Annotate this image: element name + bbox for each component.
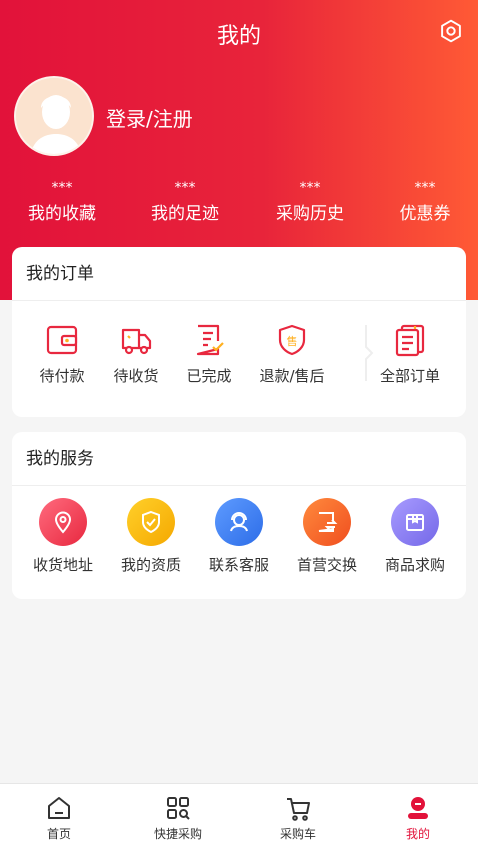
shield-check-icon <box>127 498 175 546</box>
cart-icon <box>287 798 310 821</box>
tab-home[interactable]: 首页 <box>9 794 109 842</box>
order-completed[interactable]: 已完成 <box>177 323 241 386</box>
tab-label: 首页 <box>46 827 71 841</box>
service-label: 商品求购 <box>384 556 445 574</box>
order-label: 退款/售后 <box>259 367 325 385</box>
service-label: 联系客服 <box>208 556 269 574</box>
divider-arrow <box>365 325 374 381</box>
tab-profile[interactable]: 我的 <box>368 794 468 842</box>
service-label: 我的资质 <box>120 556 181 574</box>
my-orders-card: 我的订单 待付款 待收货 已完成 售 退款/售后 全部订单 <box>12 247 466 417</box>
stat-purchase-history[interactable]: *** 采购历史 <box>255 178 365 228</box>
gear-icon[interactable] <box>438 18 464 44</box>
stat-label: 我的收藏 <box>28 204 96 224</box>
order-pending-receipt[interactable]: 待收货 <box>104 323 168 386</box>
customer-service-icon <box>215 498 263 546</box>
service-label: 首营交换 <box>296 556 357 574</box>
order-label: 待收货 <box>113 367 159 385</box>
stat-favorites[interactable]: *** 我的收藏 <box>7 178 117 228</box>
my-orders-title: 我的订单 <box>12 247 466 301</box>
service-qualification[interactable]: 我的资质 <box>116 498 186 575</box>
order-all[interactable]: 全部订单 <box>374 323 446 386</box>
home-icon <box>48 797 70 819</box>
tab-quick-purchase[interactable]: 快捷采购 <box>128 794 228 842</box>
tab-label: 采购车 <box>279 827 316 841</box>
svg-text:售: 售 <box>287 334 298 348</box>
service-shipping-address[interactable]: 收货地址 <box>28 498 98 575</box>
tab-label: 快捷采购 <box>153 827 202 841</box>
stat-label: 我的足迹 <box>151 204 219 224</box>
stat-value: *** <box>299 180 321 196</box>
wallet-icon <box>46 325 78 355</box>
profile-icon <box>408 797 428 819</box>
service-first-exchange[interactable]: 首营交换 <box>292 498 362 575</box>
bottom-tab-bar: 首页 快捷采购 采购车 我的 <box>0 783 478 850</box>
stat-value: *** <box>414 180 436 196</box>
stat-footprints[interactable]: *** 我的足迹 <box>130 178 240 228</box>
tab-label: 我的 <box>405 827 430 841</box>
completed-doc-icon <box>196 324 224 356</box>
order-label: 已完成 <box>186 367 232 385</box>
page-title: 我的 <box>216 24 261 49</box>
after-sales-shield-icon: 售 <box>278 324 306 356</box>
order-label: 全部订单 <box>379 367 440 385</box>
quick-purchase-icon <box>167 797 190 820</box>
location-icon <box>39 498 87 546</box>
my-services-card: 我的服务 收货地址 我的资质 联系客服 首营交换 商品求购 <box>12 432 466 599</box>
tab-cart[interactable]: 采购车 <box>248 794 348 842</box>
order-pending-payment[interactable]: 待付款 <box>30 323 94 386</box>
all-orders-icon <box>395 324 425 357</box>
box-icon <box>391 498 439 546</box>
stat-value: *** <box>51 180 73 196</box>
service-label: 收货地址 <box>32 556 93 574</box>
truck-icon <box>121 328 152 355</box>
stat-label: 优惠券 <box>399 204 451 224</box>
stats-row: *** 我的收藏 *** 我的足迹 *** 采购历史 *** 优惠券 <box>0 178 478 238</box>
stat-coupons[interactable]: *** 优惠券 <box>370 178 478 228</box>
service-customer-service[interactable]: 联系客服 <box>204 498 274 575</box>
exchange-doc-icon <box>303 498 351 546</box>
order-refund-after-sales[interactable]: 售 退款/售后 <box>252 323 332 386</box>
order-label: 待付款 <box>39 367 85 385</box>
my-services-title: 我的服务 <box>12 432 466 486</box>
service-product-request[interactable]: 商品求购 <box>380 498 450 575</box>
login-register-link[interactable]: 登录/注册 <box>106 103 193 132</box>
avatar[interactable] <box>14 76 94 156</box>
stat-label: 采购历史 <box>276 204 344 224</box>
stat-value: *** <box>174 180 196 196</box>
